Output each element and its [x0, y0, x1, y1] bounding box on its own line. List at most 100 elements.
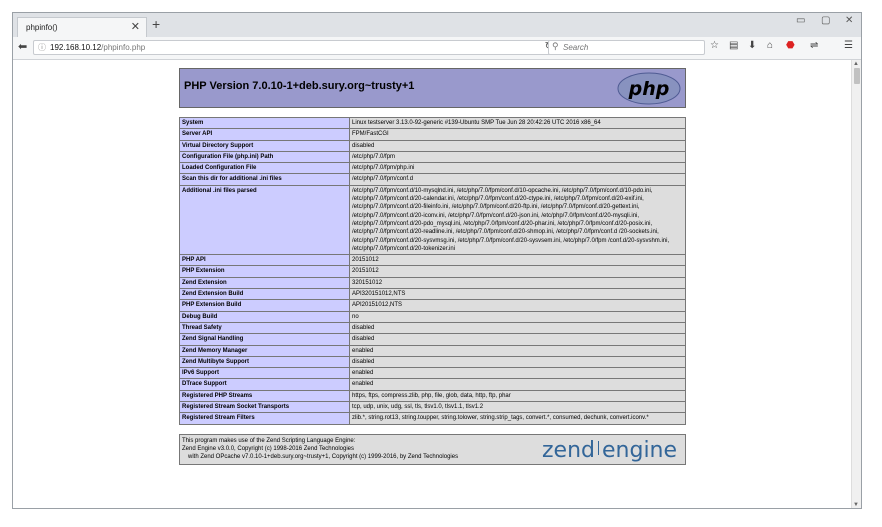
bookmark-star-icon[interactable]: ☆ — [710, 40, 719, 51]
row-key: Registered Stream Filters — [179, 412, 350, 425]
row-value: enabled — [349, 378, 686, 391]
row-value: FPM/FastCGI — [349, 128, 686, 141]
row-value: enabled — [349, 367, 686, 380]
table-row: Zend Extension 320151012 — [179, 276, 686, 290]
table-row: Scan this dir for additional .ini files /… — [179, 173, 686, 186]
search-bar[interactable]: ⚲ — [548, 40, 705, 55]
row-key: IPv6 Support — [179, 367, 350, 380]
row-value: https, ftps, compress.zlib, php, file, g… — [349, 389, 686, 403]
row-key: PHP Extension Build — [179, 299, 350, 312]
row-key: Server API — [179, 128, 350, 141]
php-logo-text: php — [628, 78, 670, 100]
back-icon[interactable]: ⬅ — [18, 40, 27, 53]
row-value: disabled — [349, 139, 686, 152]
search-input[interactable] — [563, 42, 701, 53]
table-row: Configuration File (php.ini) Path/etc/ph… — [179, 150, 686, 164]
engine-logo-text: engine — [602, 438, 677, 463]
adblock-icon[interactable]: ⬣ — [786, 40, 795, 51]
tab-title: phpinfo() — [26, 23, 58, 32]
new-tab-icon[interactable]: + — [152, 16, 160, 32]
zend-footer: This program makes use of the Zend Scrip… — [179, 433, 686, 465]
table-row: Zend Memory Manager enabled — [179, 344, 686, 357]
row-value: tcp, udp, unix, udg, ssl, tls, tlsv1.0, … — [349, 401, 686, 414]
url-text[interactable]: 192.168.10.12/phpinfo.php — [50, 43, 145, 52]
row-value: disabled — [349, 321, 686, 335]
table-row: Registered Stream Socket Transports tcp, … — [179, 401, 686, 414]
extension-icon[interactable]: ⇌ — [810, 40, 818, 51]
row-value: API20151012,NTS — [349, 299, 686, 312]
nav-bar: ⬅ ⓘ 192.168.10.12/phpinfo.php ↻ ⚲ ☆ ▤ ⬇ … — [13, 37, 861, 60]
footer-line-2: Zend Engine v3.0.0, Copyright (c) 1998-2… — [182, 445, 354, 452]
scroll-down-icon[interactable]: ▼ — [853, 502, 859, 508]
row-key: Debug Build — [179, 310, 350, 323]
row-key: PHP Extension — [179, 265, 350, 278]
row-key: System — [179, 116, 350, 130]
footer-line-1: This program makes use of the Zend Scrip… — [182, 437, 356, 444]
footer-text: This program makes use of the Zend Scrip… — [182, 437, 527, 461]
minimize-icon[interactable]: ▭ — [796, 15, 805, 26]
row-value: /etc/php/7.0/fpm/conf.d — [349, 173, 686, 186]
table-row: IPv6 Support enabled — [179, 367, 686, 380]
page-content: PHP Version 7.0.10-1+deb.sury.org~trusty… — [13, 60, 851, 508]
row-value: API320151012,NTS — [349, 288, 686, 301]
search-icon: ⚲ — [552, 41, 559, 51]
tab-strip: phpinfo() ✕ + ▭ ▢ ✕ — [13, 13, 861, 37]
vertical-scrollbar[interactable]: ▲ ▼ — [851, 60, 861, 508]
row-value: disabled — [349, 333, 686, 346]
row-value: disabled — [349, 355, 686, 369]
row-value: /etc/php/7.0/fpm — [349, 150, 686, 164]
close-icon[interactable]: ✕ — [131, 20, 140, 33]
browser-window: phpinfo() ✕ + ▭ ▢ ✕ ⬅ ⓘ 192.168.10.12/ph… — [12, 12, 862, 509]
row-key: Zend Multibyte Support — [179, 355, 350, 369]
row-key: Zend Signal Handling — [179, 333, 350, 346]
php-header: PHP Version 7.0.10-1+deb.sury.org~trusty… — [179, 68, 686, 108]
row-key: Registered PHP Streams — [179, 389, 350, 403]
url-bar[interactable]: ⓘ 192.168.10.12/phpinfo.php ↻ — [33, 40, 558, 55]
row-value: enabled — [349, 344, 686, 357]
zend-engine-logo: zend engine — [542, 438, 677, 463]
table-row: Server API FPM/FastCGI — [179, 128, 686, 141]
row-key: Thread Safety — [179, 321, 350, 335]
info-icon[interactable]: ⓘ — [38, 42, 46, 53]
page-title: PHP Version 7.0.10-1+deb.sury.org~trusty… — [184, 80, 415, 92]
row-key: Configuration File (php.ini) Path — [179, 150, 350, 164]
table-row: PHP API 20151012 — [179, 254, 686, 267]
tab-phpinfo[interactable]: phpinfo() ✕ — [17, 17, 147, 37]
info-table: System Linux testserver 3.13.0-92-generic… — [179, 116, 686, 425]
row-key: Zend Memory Manager — [179, 344, 350, 357]
row-key: Additional .ini files parsed — [179, 184, 350, 256]
maximize-icon[interactable]: ▢ — [821, 15, 830, 26]
row-value: /etc/php/7.0/fpm/conf.d/10-mysqlnd.ini, … — [349, 184, 686, 256]
row-key: Virtual Directory Support — [179, 139, 350, 152]
row-key: Zend Extension Build — [179, 288, 350, 301]
phpinfo-page: PHP Version 7.0.10-1+deb.sury.org~trusty… — [179, 68, 686, 465]
zend-logo-text: zend — [542, 438, 595, 463]
table-row: Virtual Directory Support disabled — [179, 139, 686, 152]
row-value: 20151012 — [349, 254, 686, 267]
row-key: Registered Stream Socket Transports — [179, 401, 350, 414]
table-row: Debug Build no — [179, 310, 686, 323]
php-logo: php — [617, 72, 681, 105]
scroll-up-icon[interactable]: ▲ — [853, 61, 859, 67]
url-host: 192.168.10.12 — [50, 43, 102, 52]
row-key: Zend Extension — [179, 276, 350, 290]
row-key: DTrace Support — [179, 378, 350, 391]
row-key: Scan this dir for additional .ini files — [179, 173, 350, 186]
window-close-icon[interactable]: ✕ — [845, 15, 853, 26]
menu-icon[interactable]: ☰ — [844, 40, 853, 51]
table-row: Thread Safety disabled — [179, 321, 686, 335]
row-value: no — [349, 310, 686, 323]
row-value: Linux testserver 3.13.0-92-generic #139-… — [349, 116, 686, 130]
reading-list-icon[interactable]: ▤ — [729, 40, 738, 51]
table-row: PHP Extension Build API20151012,NTS — [179, 299, 686, 312]
table-row: Loaded Configuration File/etc/php/7.0/fp… — [179, 162, 686, 175]
home-icon[interactable]: ⌂ — [767, 40, 773, 51]
row-value: 320151012 — [349, 276, 686, 290]
scroll-thumb[interactable] — [854, 68, 860, 84]
table-row: Zend Extension Build API320151012,NTS — [179, 288, 686, 301]
table-row: DTrace Support enabled — [179, 378, 686, 391]
footer-line-3: with Zend OPcache v7.0.10-1+deb.sury.org… — [188, 453, 459, 460]
download-icon[interactable]: ⬇ — [748, 40, 756, 51]
row-key: PHP API — [179, 254, 350, 267]
table-row: Registered PHP Streams https, ftps, compr… — [179, 389, 686, 403]
